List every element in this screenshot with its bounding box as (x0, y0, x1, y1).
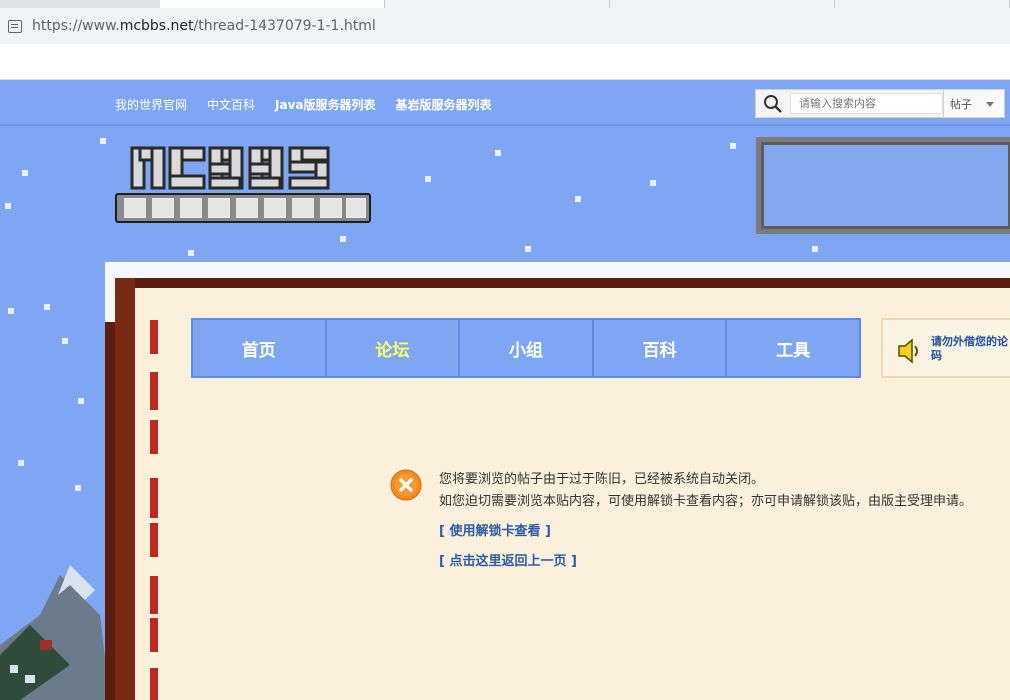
nav-link-bedrock-servers[interactable]: 基岩版服务器列表 (396, 96, 492, 113)
browser-tab-strip (0, 0, 1010, 8)
search-box: 帖子 (755, 89, 1005, 118)
browser-tab[interactable] (835, 0, 1010, 8)
frame-border (115, 278, 135, 700)
page-info-icon[interactable] (8, 19, 22, 33)
browser-tab[interactable] (385, 0, 610, 8)
main-nav-tabs: 首页 论坛 小组 百科 工具 (191, 318, 861, 378)
nav-link-wiki[interactable]: 中文百科 (207, 96, 255, 113)
error-icon (390, 469, 422, 501)
mcbbs-logo[interactable] (112, 142, 374, 232)
search-input[interactable] (790, 93, 943, 114)
go-back-link[interactable]: [ 点击这里返回上一页 ] (439, 551, 979, 573)
speaker-icon (898, 338, 918, 364)
announcement-box: 请勿外借您的论 码 (881, 318, 1010, 378)
mountain-decor (0, 565, 110, 700)
message-line-2: 如您迫切需要浏览本贴内容，可使用解锁卡查看内容；亦可申请解锁该贴，由版主受理申请… (439, 494, 973, 509)
tab-wiki[interactable]: 百科 (594, 320, 728, 376)
snow-edge-left (105, 262, 115, 322)
tab-home[interactable]: 首页 (193, 320, 327, 376)
nav-link-java-servers[interactable]: Java版服务器列表 (275, 96, 375, 113)
browser-tab[interactable] (610, 0, 835, 8)
closed-thread-message: 您将要浏览的帖子由于过于陈旧，已经被系统自动关闭。 如您迫切需要浏览本贴内容，可… (439, 469, 979, 573)
chevron-down-icon (986, 102, 994, 107)
tab-tools[interactable]: 工具 (727, 320, 859, 376)
address-bar[interactable]: https://www.mcbbs.net/thread-1437079-1-1… (0, 8, 1010, 44)
unlock-card-link[interactable]: [ 使用解锁卡查看 ] (439, 521, 979, 543)
nav-link-official-site[interactable]: 我的世界官网 (115, 96, 187, 113)
search-scope-select[interactable]: 帖子 (943, 90, 1004, 117)
browser-toolbar-area (0, 44, 1010, 80)
search-icon[interactable] (756, 90, 790, 117)
tab-groups[interactable]: 小组 (460, 320, 594, 376)
search-scope-label: 帖子 (950, 97, 972, 111)
browser-tab-active[interactable] (160, 0, 385, 8)
announcement-text[interactable]: 请勿外借您的论 码 (931, 335, 1010, 363)
snow-edge (105, 262, 1010, 278)
url-text[interactable]: https://www.mcbbs.net/thread-1437079-1-1… (32, 18, 376, 34)
banner-ad[interactable] (756, 137, 1010, 234)
message-line-1: 您将要浏览的帖子由于过于陈旧，已经被系统自动关闭。 (439, 472, 765, 487)
red-brick-decor (150, 320, 158, 700)
tab-forum[interactable]: 论坛 (327, 320, 461, 376)
